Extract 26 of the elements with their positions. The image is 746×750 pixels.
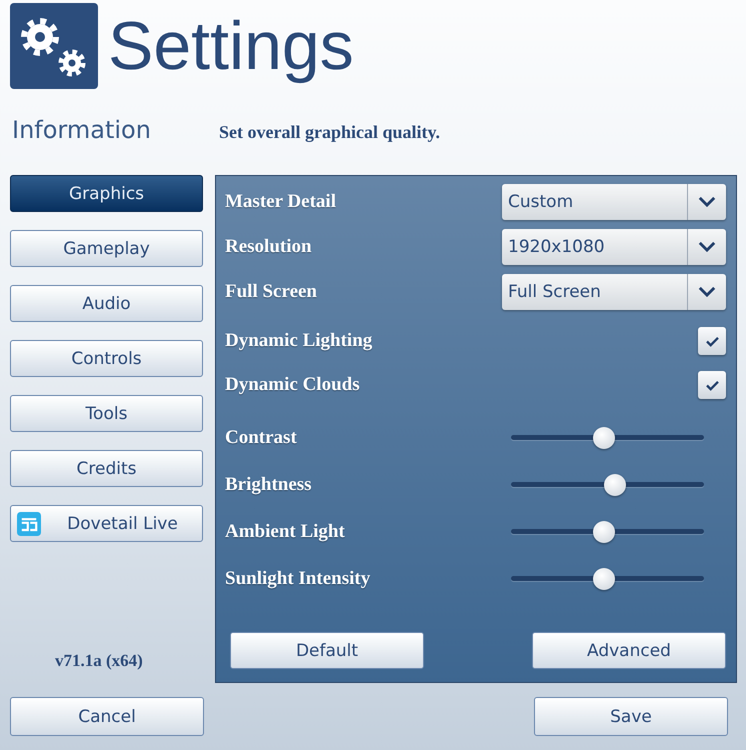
setting-label: Brightness <box>225 474 312 496</box>
setting-label: Sunlight Intensity <box>225 568 370 590</box>
panel-button[interactable]: Default <box>230 632 424 669</box>
setting-label: Resolution <box>225 236 312 258</box>
dropdown[interactable]: Full Screen <box>502 274 726 310</box>
sidebar-tab[interactable]: Tools <box>10 395 203 432</box>
version-label: v71.1a (x64) <box>55 651 143 671</box>
sidebar-tab[interactable]: Gameplay <box>10 230 203 267</box>
setting-label: Contrast <box>225 426 297 448</box>
setting-label: Master Detail <box>225 190 336 212</box>
sidebar-tab[interactable]: Dovetail Live <box>10 505 203 542</box>
sidebar-tab[interactable]: Credits <box>10 450 203 487</box>
dropdown[interactable]: 1920x1080 <box>502 228 726 264</box>
setting-label: Dynamic Clouds <box>225 374 360 396</box>
dropdown[interactable]: Custom <box>502 184 726 220</box>
footer-button[interactable]: Cancel <box>10 697 204 736</box>
section-title: Information <box>12 116 152 144</box>
section-description: Set overall graphical quality. <box>219 122 440 143</box>
setting-label: Dynamic Lighting <box>225 330 372 352</box>
sidebar-tab[interactable]: Controls <box>10 340 203 377</box>
sidebar-tab[interactable]: Audio <box>10 285 203 322</box>
panel-button[interactable]: Advanced <box>532 632 726 669</box>
setting-label: Ambient Light <box>225 520 345 542</box>
footer-button[interactable]: Save <box>534 697 728 736</box>
sidebar-tab[interactable]: Graphics <box>10 175 203 212</box>
setting-label: Full Screen <box>225 280 318 302</box>
